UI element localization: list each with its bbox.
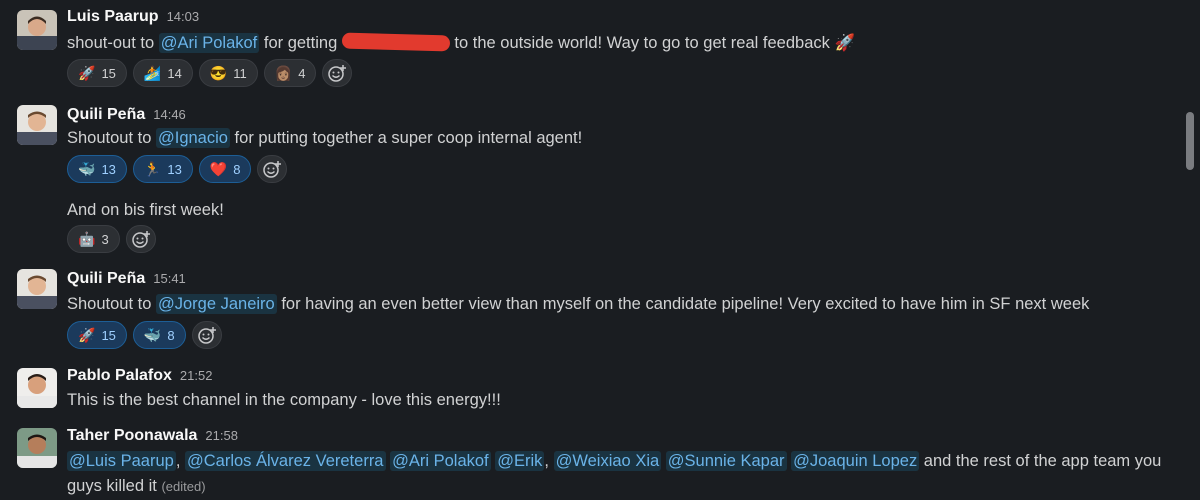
author-name[interactable]: Pablo Palafox 21:52 [67, 367, 212, 385]
message-text: shout-out to @Ari Polakof for getting to… [67, 32, 855, 53]
add-reaction-button[interactable] [322, 59, 353, 87]
avatar[interactable] [17, 428, 57, 468]
timestamp[interactable]: 14:46 [153, 107, 186, 122]
message-text: Shoutout to @Jorge Janeiro for having an… [67, 294, 1090, 314]
surfer-emoji: 🏄 [143, 65, 162, 81]
whale-emoji: 🐳 [78, 161, 96, 177]
reaction-bar: 🤖 3 [67, 225, 156, 255]
heart-emoji: ❤️ [209, 161, 228, 177]
timestamp[interactable]: 21:58 [205, 428, 238, 443]
scrollbar-thumb[interactable] [1186, 112, 1194, 170]
scrollbar[interactable] [1180, 0, 1200, 500]
reaction-pill[interactable]: ❤️ 8 [198, 155, 252, 183]
avatar[interactable] [17, 105, 57, 145]
user-mention[interactable]: @Joaquin Lopez [791, 451, 920, 471]
author-name[interactable]: Luis Paarup 14:03 [67, 8, 199, 26]
add-reaction-icon [197, 327, 216, 344]
add-reaction-icon [328, 65, 347, 82]
add-reaction-button[interactable] [191, 321, 222, 349]
message-text: @Luis Paarup, @Carlos Álvarez Vereterra … [67, 451, 1162, 471]
message-feed: Luis Paarup 14:03 shout-out to @Ari Polak… [0, 0, 1180, 500]
user-mention[interactable]: @Erik [495, 451, 545, 471]
reaction-pill[interactable]: 👩🏽 4 [263, 59, 317, 87]
author-name[interactable]: Quili Peña 15:41 [67, 270, 186, 288]
add-reaction-button[interactable] [125, 225, 156, 253]
reaction-pill[interactable]: 🐳 8 [132, 321, 186, 349]
reaction-bar: 🐳 13 🏃 13 ❤️ 8 [67, 155, 288, 185]
message-followup-text: And on bis first week! [67, 201, 224, 219]
author-name[interactable]: Quili Peña 14:46 [67, 106, 186, 124]
reaction-bar: 🚀 15 🐳 8 [67, 321, 222, 351]
user-mention[interactable]: @Ari Polakof [390, 451, 491, 471]
reaction-bar: 🚀 15 🏄 14 😎 11 👩🏽 4 [67, 59, 353, 89]
user-mention[interactable]: @Carlos Álvarez Vereterra [185, 451, 386, 471]
avatar[interactable] [17, 10, 57, 50]
timestamp[interactable]: 21:52 [180, 368, 213, 383]
avatar[interactable] [17, 368, 57, 408]
reaction-pill[interactable]: 🚀 15 [67, 321, 127, 349]
message-text: This is the best channel in the company … [67, 391, 501, 409]
add-reaction-icon [131, 231, 150, 248]
robot-emoji: 🤖 [78, 231, 96, 247]
add-reaction-button[interactable] [257, 155, 288, 183]
user-mention[interactable]: @Luis Paarup [67, 451, 176, 471]
reaction-pill[interactable]: 🏄 14 [132, 59, 193, 87]
redaction-mark [341, 32, 451, 52]
user-mention[interactable]: @Ari Polakof [158, 33, 260, 53]
runner-emoji: 🏃 [143, 161, 162, 177]
edited-label: (edited) [161, 479, 206, 494]
message-text: Shoutout to @Ignacio for putting togethe… [67, 128, 583, 148]
person-emoji: 👩🏽 [274, 65, 293, 81]
timestamp[interactable]: 14:03 [167, 9, 200, 24]
rocket-emoji: 🚀 [78, 65, 96, 81]
rocket-emoji: 🚀 [78, 327, 96, 343]
avatar[interactable] [17, 269, 57, 309]
reaction-pill[interactable]: 🚀 15 [67, 59, 127, 87]
reaction-pill[interactable]: 🏃 13 [132, 155, 193, 183]
author-name[interactable]: Taher Poonawala 21:58 [67, 427, 238, 445]
user-mention[interactable]: @Weixiao Xia [553, 451, 662, 471]
user-mention[interactable]: @Jorge Janeiro [156, 294, 277, 314]
message-text-continued: guys killed it (edited) [67, 477, 206, 495]
reaction-pill[interactable]: 😎 11 [198, 59, 258, 87]
timestamp[interactable]: 15:41 [153, 271, 186, 286]
reaction-pill[interactable]: 🤖 3 [67, 225, 120, 253]
user-mention[interactable]: @Ignacio [156, 128, 230, 148]
add-reaction-icon [263, 161, 282, 178]
cool-emoji: 😎 [209, 65, 228, 81]
reaction-pill[interactable]: 🐳 13 [67, 155, 127, 183]
whale-emoji: 🐳 [143, 327, 162, 343]
user-mention[interactable]: @Sunnie Kapar [665, 451, 787, 471]
